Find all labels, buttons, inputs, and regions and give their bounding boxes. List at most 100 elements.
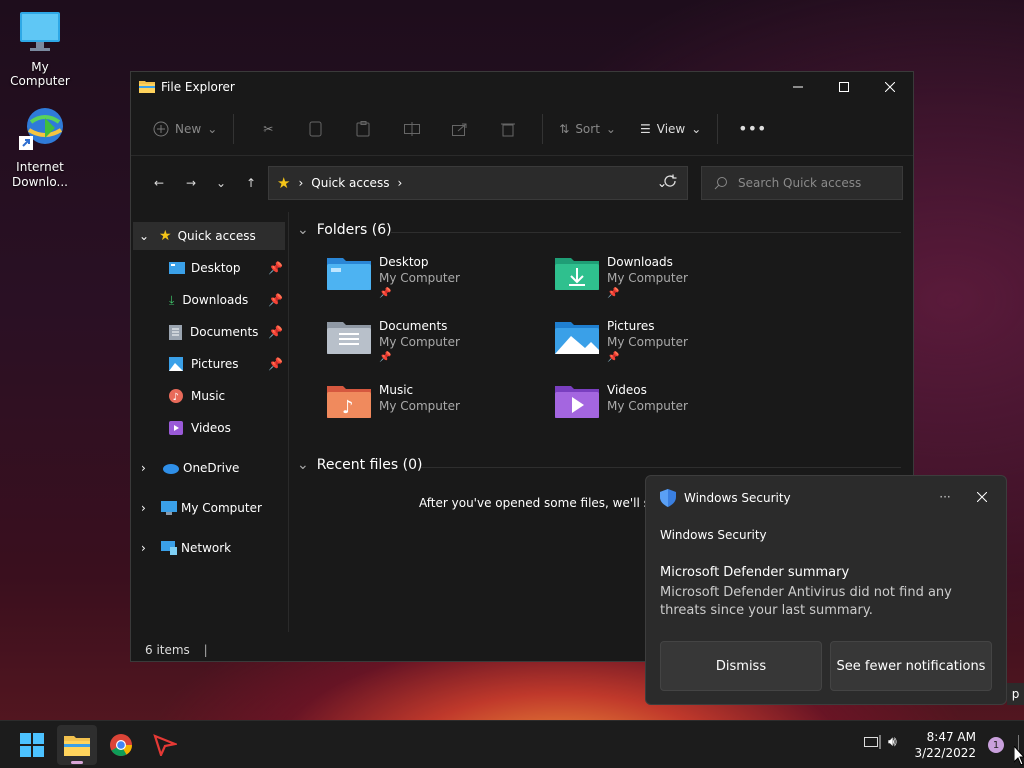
- folder-tile-desktop[interactable]: Desktop My Computer 📌: [327, 254, 547, 302]
- folder-name: Pictures: [607, 319, 655, 333]
- forward-button[interactable]: →: [175, 167, 207, 199]
- command-bar: New ⌄ ✂ ⇅ Sort ⌄ ☰ View ⌄ •••: [131, 102, 913, 156]
- breadcrumb-chevron-icon: ›: [397, 176, 403, 190]
- dismiss-button[interactable]: Dismiss: [660, 641, 822, 691]
- sidebar-item-music[interactable]: ♪ Music: [133, 382, 285, 410]
- status-bar: 6 items |: [145, 643, 208, 657]
- sidebar-item-downloads[interactable]: ⤓ Downloads 📌: [133, 286, 285, 314]
- desktop-icon-label: Internet Downlo...: [12, 160, 68, 189]
- mouse-cursor-icon: [1013, 744, 1024, 768]
- sidebar-item-desktop[interactable]: Desktop 📌: [133, 254, 285, 282]
- folder-tile-downloads[interactable]: Downloads My Computer 📌: [555, 254, 775, 302]
- refresh-button[interactable]: [663, 174, 677, 191]
- title-bar[interactable]: File Explorer: [131, 72, 913, 102]
- item-count: 6 items: [145, 643, 190, 657]
- chevron-right-icon: ›: [141, 461, 146, 475]
- documents-folder-icon: [327, 322, 371, 354]
- scissors-icon: ✂: [263, 121, 274, 136]
- delete-button[interactable]: [484, 113, 532, 145]
- desktop-folder-icon: [169, 262, 185, 274]
- view-button[interactable]: ☰ View ⌄: [634, 113, 707, 145]
- folder-location: My Computer: [607, 335, 688, 349]
- svg-text:♪: ♪: [342, 397, 354, 418]
- sidebar-item-label: Desktop: [191, 261, 241, 275]
- taskbar-chrome[interactable]: [101, 725, 141, 765]
- pin-icon: 📌: [268, 325, 283, 339]
- sidebar-item-network[interactable]: › Network: [133, 534, 285, 562]
- folder-location: My Computer: [379, 399, 460, 413]
- star-icon: ★: [277, 174, 291, 192]
- pin-icon: 📌: [607, 352, 620, 363]
- folder-name: Music: [379, 383, 414, 397]
- sidebar-item-label: Downloads: [182, 293, 249, 307]
- navigation-pane: ⌄ ★ Quick access Desktop 📌 ⤓ Downloads 📌…: [131, 212, 289, 632]
- new-label: New: [175, 121, 202, 136]
- sidebar-item-my-computer[interactable]: › My Computer: [133, 494, 285, 522]
- folder-tile-pictures[interactable]: Pictures My Computer 📌: [555, 318, 775, 366]
- taskbar-file-explorer[interactable]: [57, 725, 97, 765]
- recent-locations-button[interactable]: ⌄: [207, 167, 235, 199]
- toast-more-button[interactable]: ···: [931, 486, 959, 508]
- copy-icon: [309, 121, 322, 136]
- see-fewer-notifications-button[interactable]: See fewer notifications: [830, 641, 992, 691]
- address-bar[interactable]: ★ › Quick access › ⌄: [268, 166, 688, 200]
- desktop-icon-my-computer[interactable]: My Computer: [0, 10, 80, 88]
- minimize-button[interactable]: [775, 72, 821, 102]
- start-button[interactable]: [12, 725, 52, 765]
- maximize-button[interactable]: [821, 72, 867, 102]
- share-button[interactable]: [436, 113, 484, 145]
- desktop-icon-idm[interactable]: Internet Downlo...: [0, 104, 80, 190]
- notification-toast[interactable]: Windows Security ··· Windows Security Mi…: [645, 475, 1007, 705]
- sort-label: Sort: [575, 121, 600, 136]
- sidebar-item-videos[interactable]: Videos: [133, 414, 285, 442]
- breadcrumb-quick-access[interactable]: Quick access: [311, 176, 389, 190]
- download-arrow-icon: ⤓: [169, 292, 175, 307]
- sidebar-item-pictures[interactable]: Pictures 📌: [133, 350, 285, 378]
- close-button[interactable]: [867, 72, 913, 102]
- sort-button[interactable]: ⇅ Sort ⌄: [553, 113, 622, 145]
- folder-tile-documents[interactable]: Documents My Computer 📌: [327, 318, 547, 366]
- status-divider: |: [203, 643, 208, 657]
- folder-tile-music[interactable]: ♪ Music My Computer: [327, 382, 547, 418]
- sidebar-item-onedrive[interactable]: › OneDrive: [133, 454, 285, 482]
- cut-button[interactable]: ✂: [244, 113, 292, 145]
- toolbar-divider: [717, 113, 719, 144]
- toast-close-button[interactable]: [968, 486, 996, 508]
- sidebar-item-label: My Computer: [181, 501, 262, 515]
- new-button[interactable]: New ⌄: [147, 113, 223, 145]
- downloads-folder-icon: [555, 258, 599, 290]
- monitor-icon: [161, 501, 177, 515]
- share-icon: [452, 123, 467, 136]
- system-clock[interactable]: 8:47 AM 3/22/2022: [914, 729, 976, 761]
- toast-source: Windows Security: [660, 528, 767, 542]
- network-status-icon[interactable]: [864, 735, 882, 754]
- paste-button[interactable]: [340, 113, 388, 145]
- recent-files-section-header[interactable]: ⌄ Recent files (0): [297, 457, 422, 473]
- music-folder-icon: ♪: [327, 386, 371, 418]
- sidebar-item-quick-access[interactable]: ⌄ ★ Quick access: [133, 222, 285, 250]
- monitor-icon: [0, 10, 80, 57]
- back-button[interactable]: ←: [143, 167, 175, 199]
- red-arrow-icon: [153, 734, 177, 756]
- plus-circle-icon: [153, 121, 169, 136]
- folder-tile-videos[interactable]: Videos My Computer: [555, 382, 775, 418]
- section-divider: [391, 232, 901, 233]
- sidebar-item-documents[interactable]: Documents 📌: [133, 318, 285, 346]
- search-box[interactable]: Search Quick access: [701, 166, 903, 200]
- desktop-folder-icon: [327, 258, 371, 290]
- folders-section-header[interactable]: ⌄ Folders (6): [297, 222, 392, 238]
- folder-location: My Computer: [607, 399, 688, 413]
- volume-icon[interactable]: 🔊︎: [888, 734, 897, 750]
- videos-icon: [169, 421, 183, 435]
- taskbar-app-red-arrow[interactable]: [145, 725, 185, 765]
- chevron-right-icon: ›: [141, 501, 146, 515]
- more-options-button[interactable]: •••: [728, 113, 776, 145]
- section-title: Recent files (0): [316, 457, 423, 473]
- sidebar-item-label: Quick access: [177, 229, 256, 243]
- toast-app-name: Windows Security: [684, 491, 791, 505]
- sidebar-item-label: Music: [191, 389, 226, 403]
- up-button[interactable]: ↑: [235, 167, 267, 199]
- copy-button[interactable]: [292, 113, 340, 145]
- notification-badge[interactable]: 1: [988, 737, 1004, 753]
- rename-button[interactable]: [388, 113, 436, 145]
